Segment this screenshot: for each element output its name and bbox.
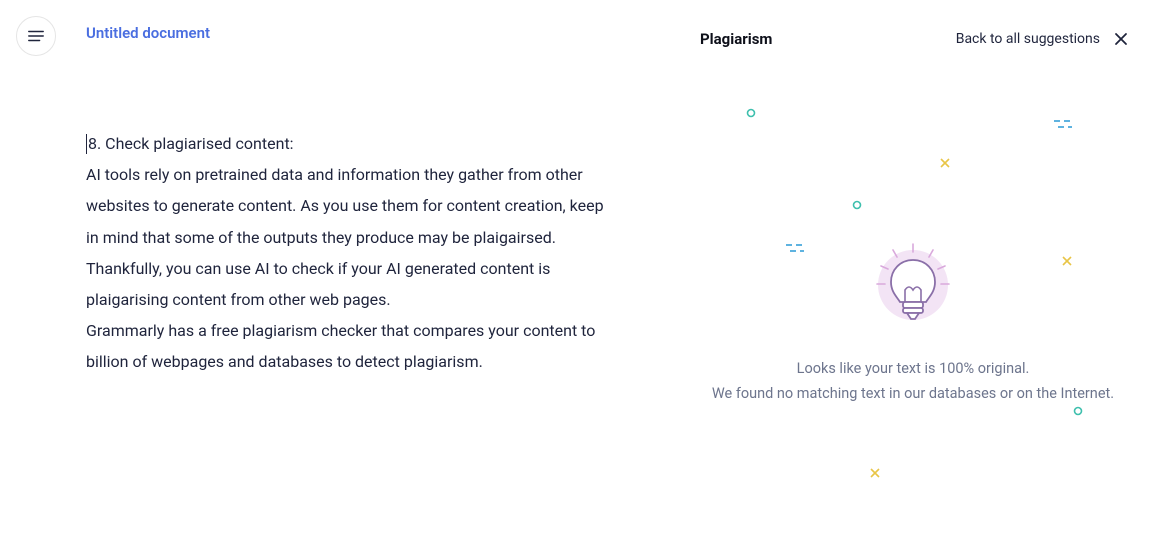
close-button[interactable] xyxy=(1114,32,1128,46)
decoration-lines xyxy=(1054,118,1080,130)
decoration-circle xyxy=(746,108,756,118)
document-title[interactable]: Untitled document xyxy=(86,24,210,42)
decoration-sparkle xyxy=(940,158,950,168)
editor-paragraph: Grammarly has a free plagiarism checker … xyxy=(86,315,616,377)
decoration-lines xyxy=(786,242,812,254)
lightbulb-icon xyxy=(873,242,953,332)
text-cursor xyxy=(86,134,87,154)
panel-header: Plagiarism Back to all suggestions xyxy=(700,30,1128,48)
menu-icon xyxy=(27,29,45,43)
editor-content[interactable]: 8. Check plagiarised content:AI tools re… xyxy=(86,128,616,410)
menu-button[interactable] xyxy=(16,16,56,56)
decoration-sparkle xyxy=(870,468,880,478)
plagiarism-result: Looks like your text is 100% original. W… xyxy=(668,356,1158,407)
panel-actions: Back to all suggestions xyxy=(956,31,1128,47)
back-to-suggestions-link[interactable]: Back to all suggestions xyxy=(956,31,1100,47)
plagiarism-panel: Plagiarism Back to all suggestions xyxy=(668,0,1158,553)
decoration-circle xyxy=(1073,406,1083,416)
decoration-sparkle xyxy=(1062,256,1072,266)
decoration-circle xyxy=(852,200,862,210)
close-icon xyxy=(1114,32,1128,46)
editor-paragraph: 8. Check plagiarised content:AI tools re… xyxy=(86,128,616,315)
result-line: We found no matching text in our databas… xyxy=(688,381,1138,406)
panel-title: Plagiarism xyxy=(700,30,772,48)
result-line: Looks like your text is 100% original. xyxy=(688,356,1138,381)
illustration xyxy=(668,90,1158,350)
